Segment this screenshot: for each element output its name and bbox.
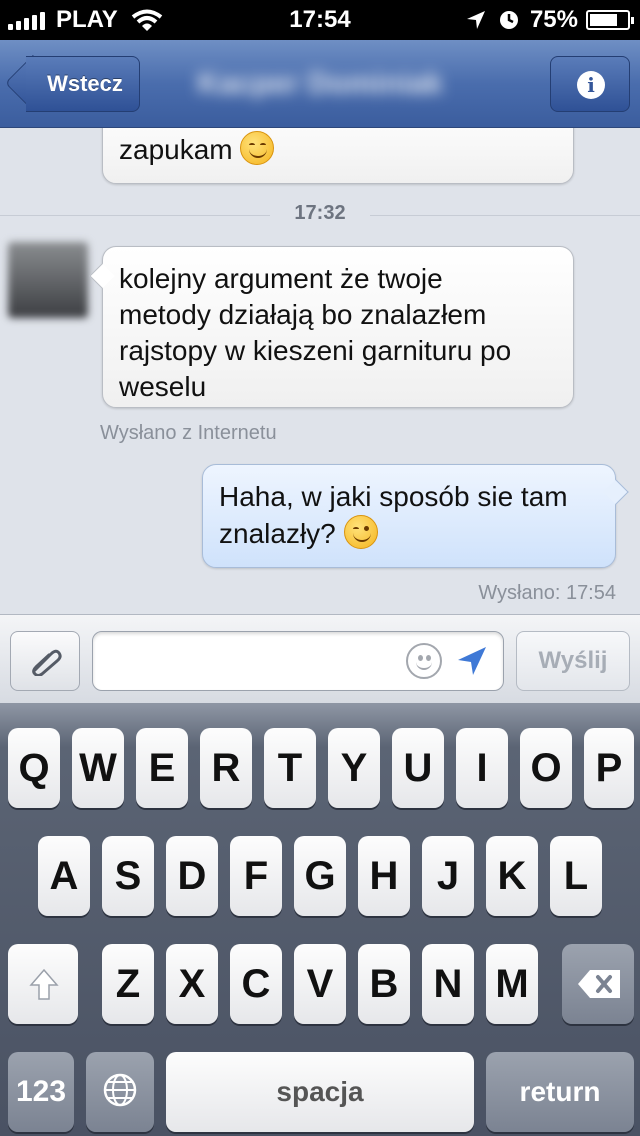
key-u[interactable]: U	[392, 728, 444, 808]
key-v[interactable]: V	[294, 944, 346, 1024]
avatar[interactable]	[8, 242, 88, 318]
message-text: zapukam	[119, 134, 233, 165]
message-line: Haha, w jaki sposób sie tam	[219, 481, 568, 512]
message-line: metody działają bo znalazłem	[119, 299, 487, 330]
message-composer: Wyślij	[0, 614, 640, 704]
message-line: znalazły?	[219, 518, 336, 549]
message-bubble-incoming: zapukam	[102, 128, 574, 184]
key-o[interactable]: O	[520, 728, 572, 808]
key-q[interactable]: Q	[8, 728, 60, 808]
navigation-bar: Wstecz Kacper Dominiak i	[0, 40, 640, 128]
globe-key[interactable]	[86, 1052, 154, 1132]
space-key[interactable]: spacja	[166, 1052, 474, 1132]
key-a[interactable]: A	[38, 836, 90, 916]
battery-icon	[586, 10, 634, 30]
key-p[interactable]: P	[584, 728, 634, 808]
conversation-title: Kacper Dominiak	[197, 67, 443, 100]
key-i[interactable]: I	[456, 728, 508, 808]
message-thread[interactable]: zapukam 17:32 kolejny argument że twoje …	[0, 128, 640, 614]
key-j[interactable]: J	[422, 836, 474, 916]
key-w[interactable]: W	[72, 728, 124, 808]
message-source-label: Wysłano z Internetu	[100, 422, 277, 444]
key-t[interactable]: T	[264, 728, 316, 808]
key-g[interactable]: G	[294, 836, 346, 916]
share-location-icon[interactable]	[456, 645, 488, 677]
info-icon: i	[577, 71, 605, 99]
time-separator: 17:32	[270, 202, 370, 225]
key-h[interactable]: H	[358, 836, 410, 916]
paperclip-icon	[32, 649, 62, 676]
key-l[interactable]: L	[550, 836, 602, 916]
numbers-key[interactable]: 123	[8, 1052, 74, 1132]
alarm-clock-icon	[499, 11, 518, 29]
key-d[interactable]: D	[166, 836, 218, 916]
status-right: 75%	[466, 6, 634, 34]
message-line: rajstopy w kieszeni garnituru po	[119, 335, 512, 366]
return-key[interactable]: return	[486, 1052, 634, 1132]
battery-percent: 75%	[529, 6, 578, 33]
wink-emoji-icon	[343, 515, 378, 549]
status-bar: PLAY 17:54 75%	[0, 0, 640, 40]
key-k[interactable]: K	[486, 836, 538, 916]
back-button-label: Wstecz	[47, 71, 123, 96]
key-c[interactable]: C	[230, 944, 282, 1024]
message-input[interactable]	[92, 631, 504, 691]
globe-icon	[103, 1073, 137, 1107]
delete-key[interactable]	[562, 944, 634, 1024]
key-s[interactable]: S	[102, 836, 154, 916]
key-r[interactable]: R	[200, 728, 252, 808]
backspace-icon	[578, 970, 620, 998]
attach-button[interactable]	[10, 631, 80, 691]
message-bubble-outgoing: Haha, w jaki sposób sie tam znalazły?	[202, 464, 629, 568]
send-button[interactable]: Wyślij	[516, 631, 630, 691]
message-line: weselu	[119, 371, 207, 402]
message-bubble-incoming: kolejny argument że twoje metody działaj…	[89, 246, 574, 408]
key-y[interactable]: Y	[328, 728, 380, 808]
message-line: kolejny argument że twoje	[119, 263, 443, 294]
shift-key[interactable]	[8, 944, 78, 1024]
keyboard: Q W E R T Y U I O P A S D F G H J K L Z …	[0, 704, 640, 1136]
location-arrow-icon	[466, 11, 485, 29]
shift-arrow-icon	[29, 968, 59, 1000]
emoji-picker-icon[interactable]	[406, 643, 442, 679]
key-f[interactable]: F	[230, 836, 282, 916]
key-b[interactable]: B	[358, 944, 410, 1024]
key-n[interactable]: N	[422, 944, 474, 1024]
key-z[interactable]: Z	[102, 944, 154, 1024]
info-button[interactable]: i	[550, 56, 630, 112]
back-button[interactable]: Wstecz	[4, 54, 140, 112]
smile-emoji-icon	[240, 131, 275, 165]
key-e[interactable]: E	[136, 728, 188, 808]
sent-status-label: Wysłano: 17:54	[478, 582, 616, 604]
key-x[interactable]: X	[166, 944, 218, 1024]
key-m[interactable]: M	[486, 944, 538, 1024]
